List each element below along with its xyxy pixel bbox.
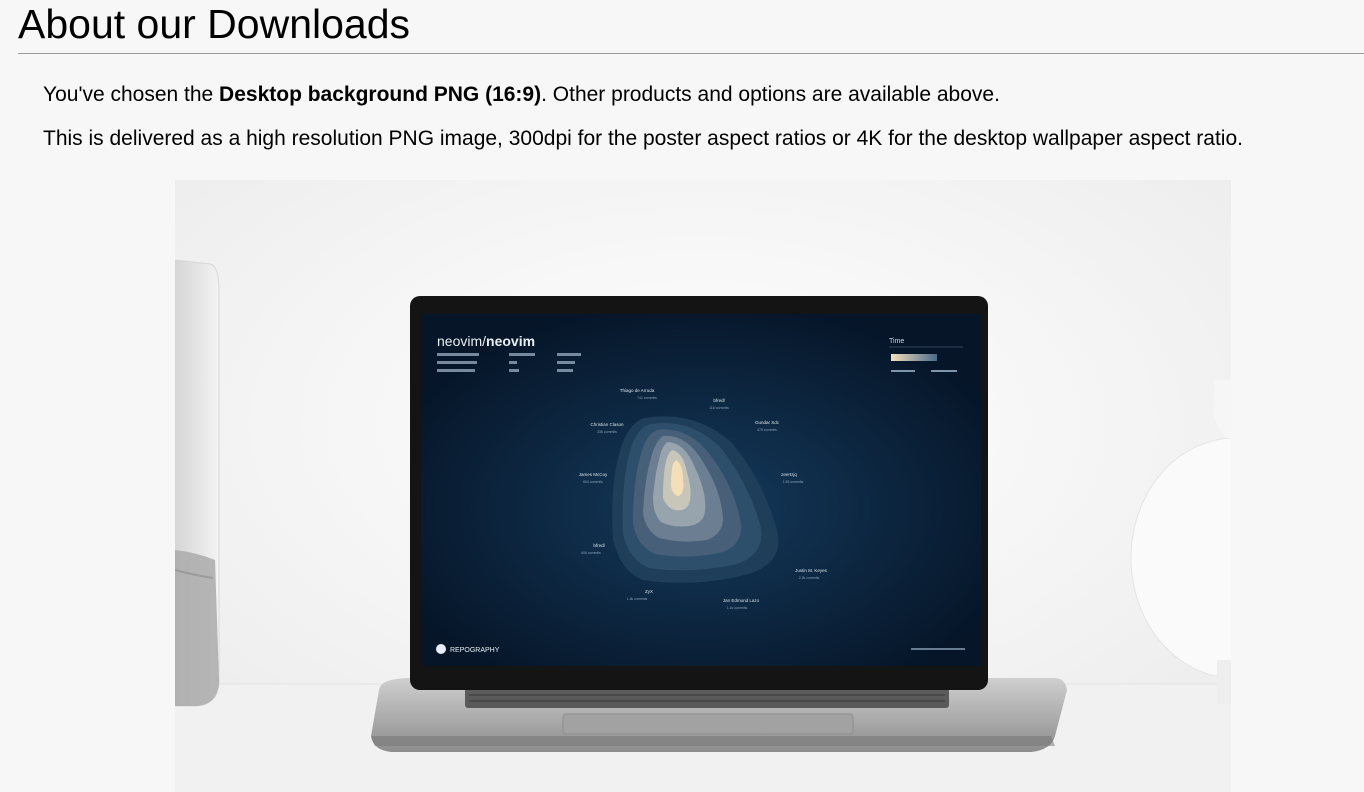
laptop-trackpad <box>562 713 854 735</box>
svg-text:Time: Time <box>889 338 904 345</box>
svg-text:Thiago de Arruda: Thiago de Arruda <box>620 388 655 393</box>
intro-paragraph: You've chosen the Desktop background PNG… <box>43 81 1000 109</box>
intro-prefix: You've chosen the <box>43 83 220 106</box>
selected-product: Desktop background PNG (16:9) <box>219 83 542 106</box>
svg-text:1.4k commits: 1.4k commits <box>627 597 648 601</box>
page-title: About our Downloads <box>18 1 411 47</box>
svg-text:Gundar Sdc: Gundar Sdc <box>755 420 780 425</box>
intro-suffix: . Other products and options are availab… <box>541 83 1000 106</box>
left-vase <box>175 259 220 707</box>
repography-logo-icon <box>436 644 446 654</box>
svg-text:bfredl: bfredl <box>593 543 604 548</box>
svg-text:James McCoy: James McCoy <box>579 472 608 477</box>
svg-text:1.1k commits: 1.1k commits <box>727 606 748 610</box>
svg-text:Justin M. Keyes: Justin M. Keyes <box>795 568 828 573</box>
svg-text:906 commits: 906 commits <box>581 551 601 555</box>
svg-text:475 commits: 475 commits <box>757 428 777 432</box>
svg-text:2.2k commits: 2.2k commits <box>799 576 820 580</box>
svg-text:bfredl: bfredl <box>713 398 724 403</box>
svg-text:neovim/neovim: neovim/neovim <box>437 333 535 349</box>
laptop-keyboard <box>465 688 949 708</box>
product-preview-image: neovim/neovim Time Thiago de Arruda 741 … <box>175 180 1231 792</box>
svg-text:1.55 commits: 1.55 commits <box>783 480 804 484</box>
svg-text:116 commits: 116 commits <box>709 406 729 410</box>
svg-text:ZyX: ZyX <box>645 589 653 594</box>
svg-text:Christian Clason: Christian Clason <box>590 422 624 427</box>
delivery-description: This is delivered as a high resolution P… <box>43 127 1243 150</box>
svg-text:Jan Edmund Lazo: Jan Edmund Lazo <box>723 598 760 603</box>
page: About our Downloads You've chosen the De… <box>0 0 1364 792</box>
svg-text:zeertzjq: zeertzjq <box>781 472 797 477</box>
svg-text:REPOGRAPHY: REPOGRAPHY <box>450 647 500 654</box>
svg-text:604 commits: 604 commits <box>583 480 603 484</box>
svg-text:741 commits: 741 commits <box>637 396 657 400</box>
time-legend-bar <box>891 354 937 361</box>
svg-text:336 commits: 336 commits <box>597 430 617 434</box>
title-divider <box>18 53 1364 54</box>
